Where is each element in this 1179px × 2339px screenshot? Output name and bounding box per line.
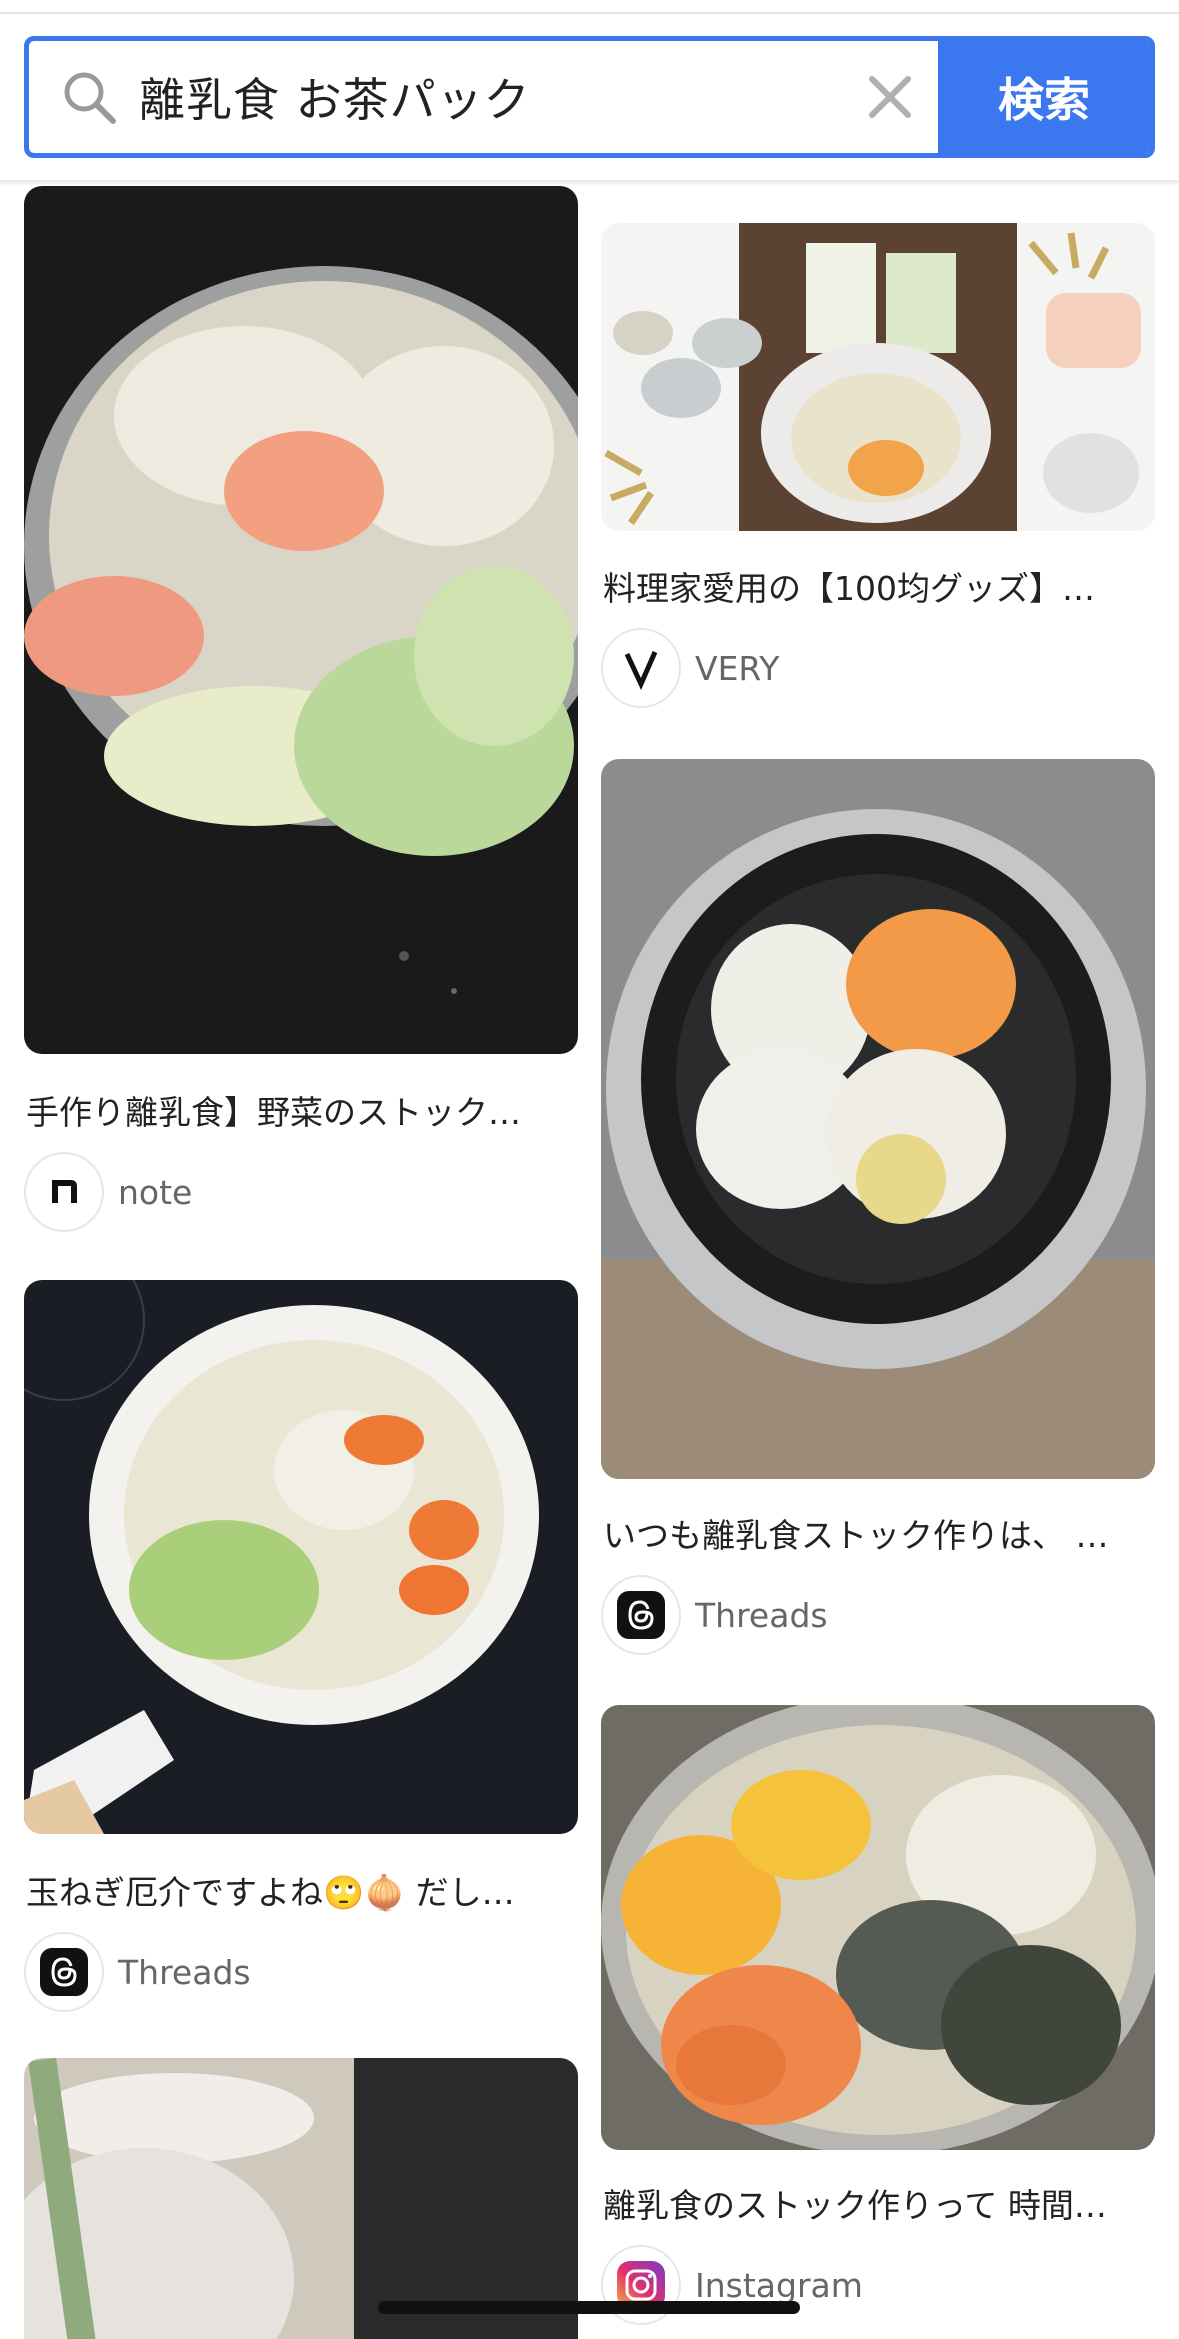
home-indicator[interactable] bbox=[378, 2301, 800, 2314]
source-name: Instagram bbox=[695, 2265, 863, 2305]
result-title[interactable]: 料理家愛用の【100均グッズ】… bbox=[603, 569, 1153, 609]
result-image[interactable] bbox=[24, 2058, 578, 2339]
result-image[interactable] bbox=[601, 1705, 1155, 2150]
result-image[interactable] bbox=[601, 223, 1155, 531]
search-input[interactable]: 離乳食 お茶パック bbox=[139, 64, 531, 130]
status-bar-divider bbox=[0, 0, 1179, 14]
source-name: VERY bbox=[695, 648, 780, 688]
result-image[interactable] bbox=[24, 1280, 578, 1834]
source-name: Threads bbox=[695, 1595, 828, 1635]
threads-logo-icon bbox=[601, 1575, 681, 1655]
result-image[interactable] bbox=[24, 186, 578, 1054]
threads-logo-icon bbox=[24, 1932, 104, 2012]
image-results-feed[interactable]: 手作り離乳食】野菜のストック… note 玉ねぎ厄介ですよね🙄🧅 だし… Thr… bbox=[0, 186, 1179, 2339]
result-title[interactable]: 玉ねぎ厄介ですよね🙄🧅 だし… bbox=[26, 1873, 576, 1913]
search-button[interactable]: 検索 bbox=[938, 41, 1150, 153]
search-field[interactable]: 離乳食 お茶パック bbox=[29, 41, 938, 153]
result-source[interactable]: Threads bbox=[601, 1575, 828, 1655]
result-source[interactable]: note bbox=[24, 1152, 192, 1232]
search-bar: 離乳食 お茶パック 検索 bbox=[24, 36, 1155, 158]
result-title[interactable]: いつも離乳食ストック作りは、 … bbox=[603, 1516, 1153, 1556]
source-name: Threads bbox=[118, 1952, 251, 1992]
search-icon bbox=[64, 72, 116, 124]
header-shadow bbox=[0, 180, 1179, 186]
very-logo-icon bbox=[601, 628, 681, 708]
note-logo-icon bbox=[24, 1152, 104, 1232]
result-source[interactable]: Threads bbox=[24, 1932, 251, 2012]
result-title[interactable]: 離乳食のストック作りって 時間… bbox=[603, 2186, 1153, 2226]
result-image[interactable] bbox=[601, 759, 1155, 1479]
close-icon[interactable] bbox=[864, 71, 916, 123]
result-source[interactable]: VERY bbox=[601, 628, 779, 708]
source-name: note bbox=[118, 1172, 193, 1212]
result-title[interactable]: 手作り離乳食】野菜のストック… bbox=[26, 1093, 576, 1133]
